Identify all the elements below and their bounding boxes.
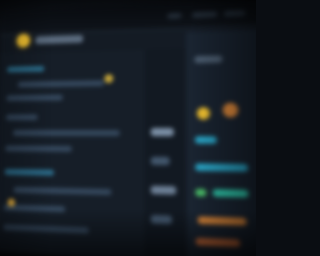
app-logo-icon[interactable] (16, 33, 30, 48)
values-column (144, 48, 186, 256)
monitor-screen (0, 0, 256, 256)
list-item[interactable] (13, 186, 112, 196)
list-item[interactable] (12, 129, 121, 137)
list-item[interactable] (6, 65, 45, 73)
widget-row (194, 55, 223, 64)
status-yellow-icon (104, 74, 114, 84)
status-orange-icon (222, 102, 239, 118)
widget-row (195, 136, 217, 144)
widget-row (195, 237, 241, 248)
value-cell (150, 127, 174, 137)
top-bar-item[interactable] (192, 10, 218, 18)
list-item[interactable] (17, 80, 105, 88)
widget-row (195, 163, 249, 172)
widget-row (195, 188, 207, 197)
list-item[interactable] (6, 94, 64, 102)
list-item[interactable] (3, 224, 89, 234)
list-item[interactable] (4, 145, 73, 152)
list-item[interactable] (5, 114, 38, 121)
right-widget-panel (185, 29, 256, 256)
widget-row (197, 216, 247, 226)
main-list-panel (0, 49, 145, 256)
value-cell (150, 185, 177, 195)
screenshot-stage (0, 0, 256, 256)
app-title-placeholder (35, 34, 84, 45)
top-bar (0, 0, 256, 35)
top-bar-item[interactable] (223, 9, 246, 17)
widget-row (212, 189, 249, 198)
value-cell (150, 156, 170, 166)
value-cell (150, 215, 172, 225)
list-item[interactable] (4, 168, 55, 176)
status-yellow-icon (197, 107, 211, 120)
top-bar-item[interactable] (167, 12, 182, 19)
